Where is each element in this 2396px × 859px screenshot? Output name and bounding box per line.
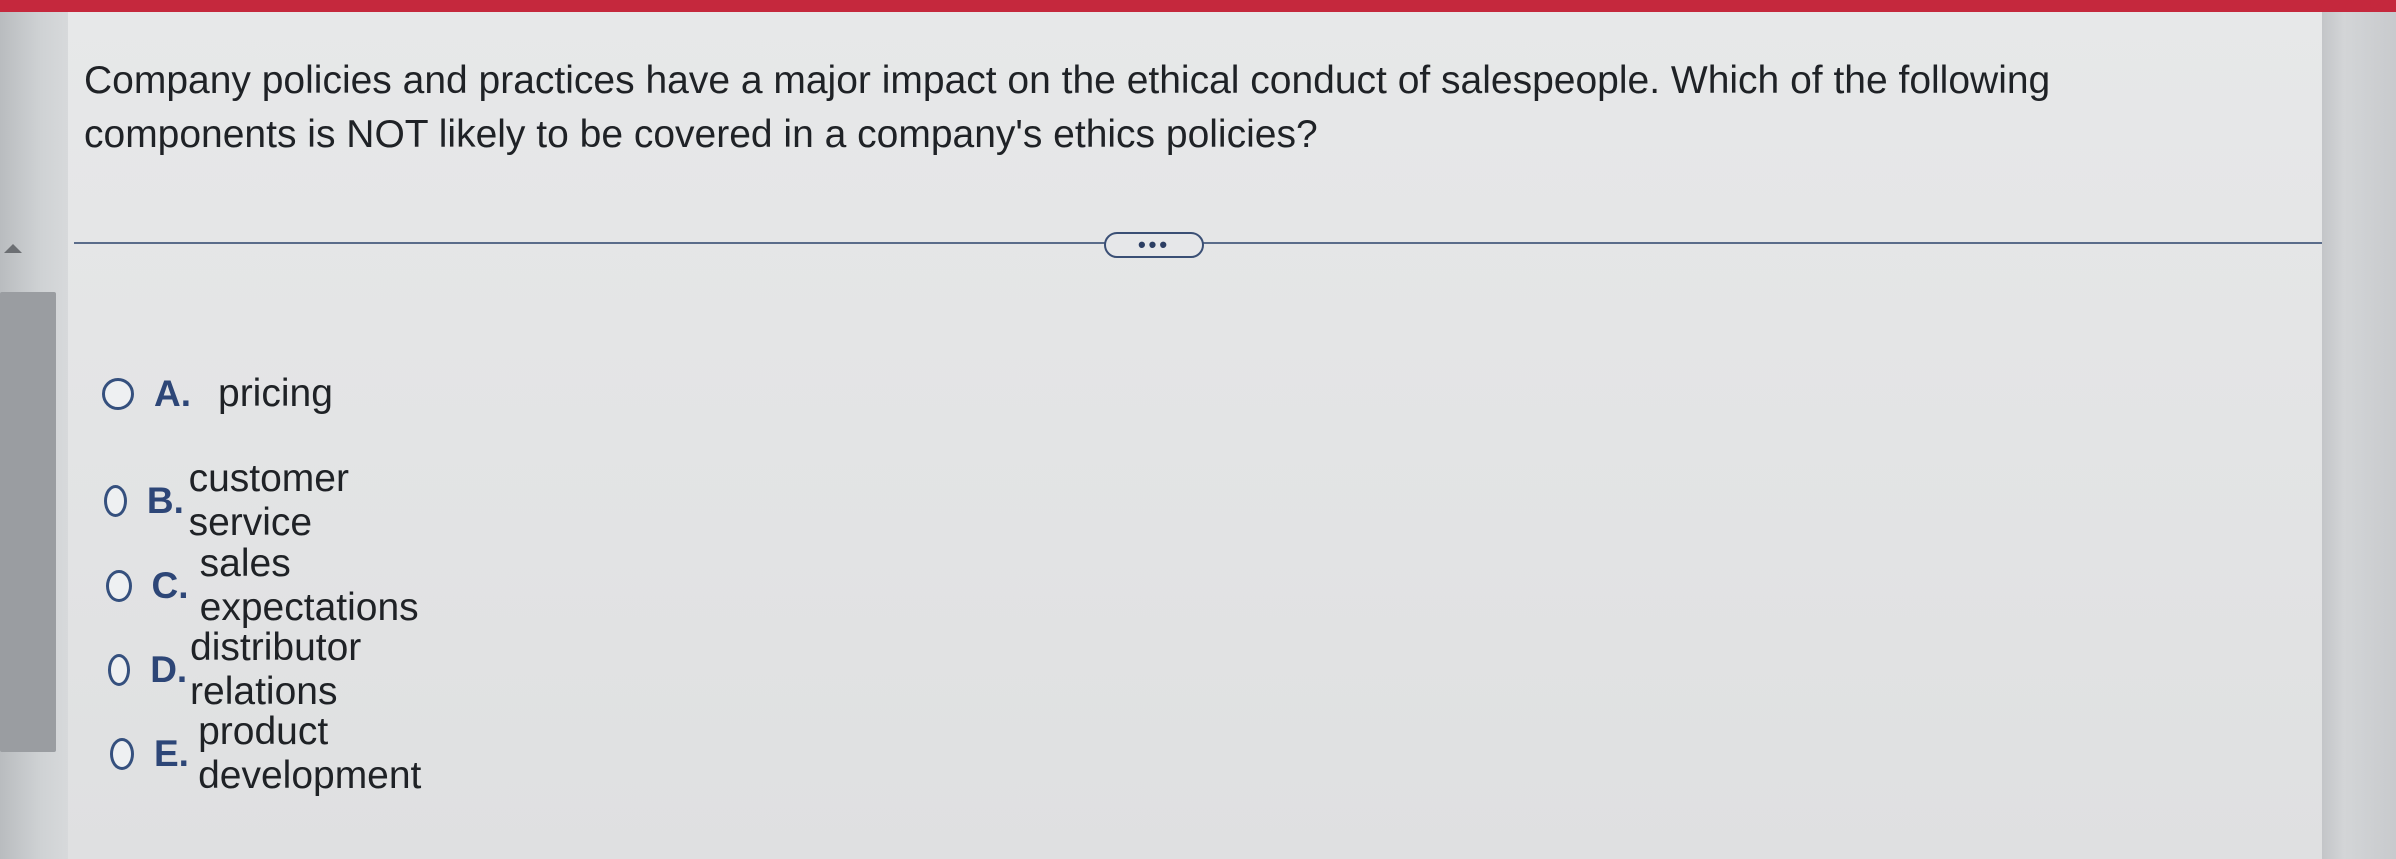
- left-sidebar-rail: [0, 12, 68, 859]
- option-letter: B.: [146, 480, 184, 521]
- question-panel: Company policies and practices have a ma…: [68, 12, 2326, 859]
- expand-more-button[interactable]: •••: [1104, 232, 1204, 258]
- option-e[interactable]: E. product development: [110, 710, 449, 798]
- option-letter: A.: [154, 373, 191, 414]
- option-letter: D.: [150, 649, 188, 690]
- option-label: pricing: [218, 372, 333, 415]
- option-a[interactable]: A. pricing: [102, 372, 333, 416]
- option-label: sales expectations: [199, 542, 419, 629]
- option-c[interactable]: C. sales expectations: [106, 542, 441, 630]
- radio-button[interactable]: [106, 570, 132, 602]
- sidebar-scrollbar[interactable]: [0, 292, 56, 752]
- collapse-arrow-icon[interactable]: [4, 244, 22, 253]
- top-accent-bar: [0, 0, 2396, 12]
- option-b[interactable]: B. customer service: [104, 457, 380, 545]
- option-d[interactable]: D. distributor relations: [108, 626, 395, 714]
- radio-button[interactable]: [102, 378, 134, 410]
- radio-button[interactable]: [110, 738, 134, 770]
- option-label: distributor relations: [190, 626, 362, 713]
- radio-button[interactable]: [108, 654, 131, 686]
- option-letter: C.: [151, 565, 189, 606]
- radio-button[interactable]: [104, 485, 127, 517]
- option-letter: E.: [153, 733, 189, 774]
- option-label: product development: [198, 710, 422, 797]
- right-edge-bezel: [2322, 12, 2396, 859]
- question-text: Company policies and practices have a ma…: [84, 59, 2051, 156]
- option-label: customer service: [188, 457, 349, 544]
